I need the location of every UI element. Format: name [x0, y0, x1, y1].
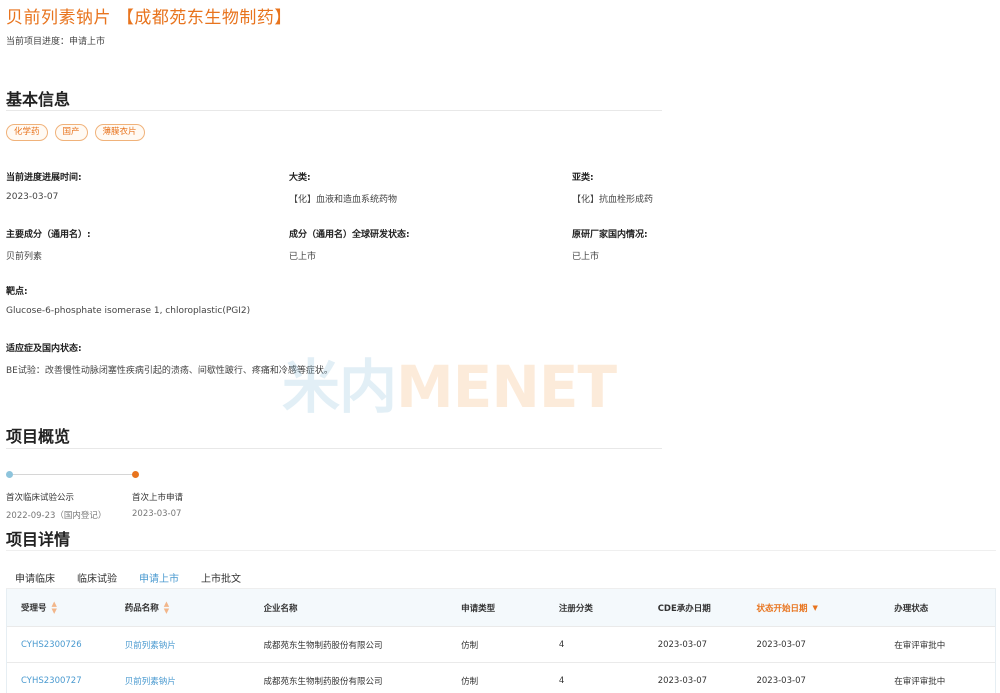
field-category: 大类: 【化】血液和造血系统药物	[289, 170, 397, 205]
milestone-label: 首次临床试验公示	[6, 493, 75, 503]
field-value: 2023-03-07	[6, 192, 59, 202]
status-start-date: 2023-03-07	[756, 639, 806, 650]
tag-dosage-form: 薄膜衣片	[94, 124, 145, 141]
table-row: CYHS2300726 贝前列素钠片 成都苑东生物制药股份有限公司 仿制 4 2…	[7, 626, 995, 662]
company-name: 成都苑东生物制药股份有限公司	[263, 676, 383, 687]
field-value: 【化】抗血栓形成药	[572, 195, 654, 205]
timeline-track	[10, 474, 136, 475]
column-header-acceptance-no[interactable]: 受理号 ▲ ▼	[7, 601, 125, 615]
status-start-date: 2023-03-07	[756, 675, 806, 686]
registration-class: 4	[558, 675, 565, 686]
sort-arrows-icon[interactable]: ▲ ▼	[52, 601, 57, 615]
menet-watermark-logo: 米内MENET	[282, 340, 617, 424]
section-title-overview: 项目概览	[6, 427, 71, 446]
table-row: CYHS2300727 贝前列素钠片 成都苑东生物制药股份有限公司 仿制 4 2…	[7, 662, 995, 693]
field-global-status: 成分（通用名）全球研发状态: 已上市	[289, 227, 410, 262]
milestone-date: 2023-03-07	[132, 509, 182, 519]
application-type: 仿制	[461, 676, 479, 687]
timeline-dot-current-icon	[132, 471, 139, 478]
application-type: 仿制	[461, 640, 479, 651]
progress-value: 申请上市	[69, 37, 106, 47]
column-label: 受理号	[21, 603, 47, 613]
acceptance-no-link[interactable]: CYHS2300726	[7, 640, 125, 650]
project-timeline: 首次临床试验公示 2022-09-23（国内登记） 首次上市申请 2023-03…	[6, 470, 183, 521]
tag-list: 化学药 国产 薄膜衣片	[6, 124, 145, 141]
status: 在审评审批中	[894, 676, 946, 687]
column-header-cde-date: CDE承办日期	[657, 603, 711, 614]
field-target: 靶点: Glucose-6-phosphate isomerase 1, chl…	[6, 284, 250, 316]
field-value: 已上市	[572, 252, 600, 262]
tag-origin: 国产	[54, 124, 88, 141]
application-table: 受理号 ▲ ▼ 药品名称 ▲ ▼ 企业名称 申请类型 注册分类 CDE承办日期 状态开始…	[6, 589, 996, 693]
project-progress: 当前项目进度：申请上市	[6, 34, 105, 47]
milestone-date: 2022-09-23（国内登记）	[6, 511, 107, 521]
sort-arrows-icon[interactable]: ▲ ▼	[164, 601, 169, 615]
field-value: 已上市	[289, 252, 317, 262]
field-label: 亚类:	[572, 173, 594, 183]
watermark-part-latin: MENET	[396, 353, 617, 421]
field-value: Glucose-6-phosphate isomerase 1, chlorop…	[6, 306, 251, 316]
timeline-dot-done-icon	[6, 471, 13, 478]
column-label: 药品名称	[124, 603, 159, 613]
company-name: 成都苑东生物制药股份有限公司	[263, 640, 383, 651]
milestone-label: 首次上市申请	[132, 493, 184, 503]
field-label: 成分（通用名）全球研发状态:	[289, 230, 410, 240]
column-header-company: 企业名称	[263, 603, 298, 614]
column-label: 状态开始日期	[756, 603, 808, 614]
column-header-status-start-date[interactable]: 状态开始日期 ▼	[756, 602, 894, 614]
field-progress-time: 当前进度进展时间: 2023-03-07	[6, 170, 82, 202]
column-header-drug-name[interactable]: 药品名称 ▲ ▼	[125, 601, 264, 615]
status: 在审评审批中	[894, 640, 946, 651]
divider	[6, 550, 996, 551]
column-header-registration-class: 注册分类	[558, 603, 593, 614]
cde-date: 2023-03-07	[657, 639, 708, 650]
registration-class: 4	[558, 639, 565, 650]
sort-descending-icon[interactable]: ▼	[813, 604, 818, 612]
field-subcategory: 亚类: 【化】抗血栓形成药	[572, 170, 653, 205]
column-header-application-type: 申请类型	[461, 603, 496, 614]
page-title: 贝前列素钠片 【成都苑东生物制药】	[6, 8, 292, 28]
field-label: 当前进度进展时间:	[6, 173, 82, 183]
field-value: 贝前列素	[6, 252, 43, 262]
field-originator-status: 原研厂家国内情况: 已上市	[572, 227, 648, 262]
field-label: 靶点:	[6, 287, 28, 297]
field-label: 原研厂家国内情况:	[572, 230, 648, 240]
section-title-details: 项目详情	[6, 530, 71, 549]
cde-date: 2023-03-07	[657, 675, 708, 686]
field-label: 主要成分（通用名）:	[6, 230, 91, 240]
drug-name-link[interactable]: 贝前列素钠片	[125, 639, 264, 651]
tag-drug-type: 化学药	[6, 124, 48, 141]
divider	[6, 110, 662, 111]
watermark-part-chinese: 米内	[282, 353, 397, 421]
acceptance-no-link[interactable]: CYHS2300727	[7, 676, 125, 686]
section-title-basic-info: 基本信息	[6, 90, 71, 109]
drug-name-link[interactable]: 贝前列素钠片	[125, 675, 264, 687]
field-value: 【化】血液和造血系统药物	[289, 195, 398, 205]
table-header: 受理号 ▲ ▼ 药品名称 ▲ ▼ 企业名称 申请类型 注册分类 CDE承办日期 状态开始…	[7, 589, 995, 626]
divider	[6, 448, 662, 449]
field-label: 大类:	[289, 173, 311, 183]
progress-label: 当前项目进度：	[6, 37, 70, 47]
field-main-ingredient: 主要成分（通用名）: 贝前列素	[6, 227, 91, 262]
column-header-status: 办理状态	[894, 603, 929, 614]
